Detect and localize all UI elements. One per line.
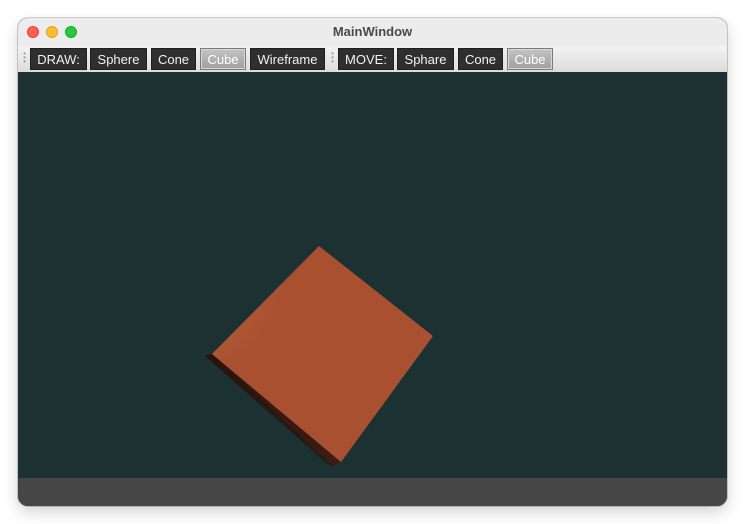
draw-label: DRAW: (30, 48, 87, 70)
main-window: MainWindow • • • DRAW: Sphere Cone Cube Wi… (18, 18, 727, 506)
move-toolbar-grip-icon[interactable]: • • • (331, 50, 334, 66)
window-title: MainWindow (332, 24, 413, 39)
3d-viewport[interactable] (18, 72, 727, 478)
move-cube-button[interactable]: Cube (507, 48, 553, 70)
draw-sphere-button[interactable]: Sphere (90, 48, 147, 70)
draw-cube-button[interactable]: Cube (200, 48, 246, 70)
scene-canvas (205, 246, 433, 466)
status-bar (18, 478, 727, 506)
draw-toolbar-grip-icon[interactable]: • • • (23, 50, 26, 66)
draw-wireframe-button[interactable]: Wireframe (250, 48, 325, 70)
move-cone-button[interactable]: Cone (458, 48, 503, 70)
toolbar: • • • DRAW: Sphere Cone Cube Wireframe • • •… (18, 46, 727, 73)
cube-top-face (212, 246, 433, 462)
draw-cone-button[interactable]: Cone (151, 48, 196, 70)
move-sphere-button[interactable]: Sphare (397, 48, 454, 70)
title-bar[interactable]: MainWindow (18, 18, 727, 47)
move-label: MOVE: (338, 48, 394, 70)
